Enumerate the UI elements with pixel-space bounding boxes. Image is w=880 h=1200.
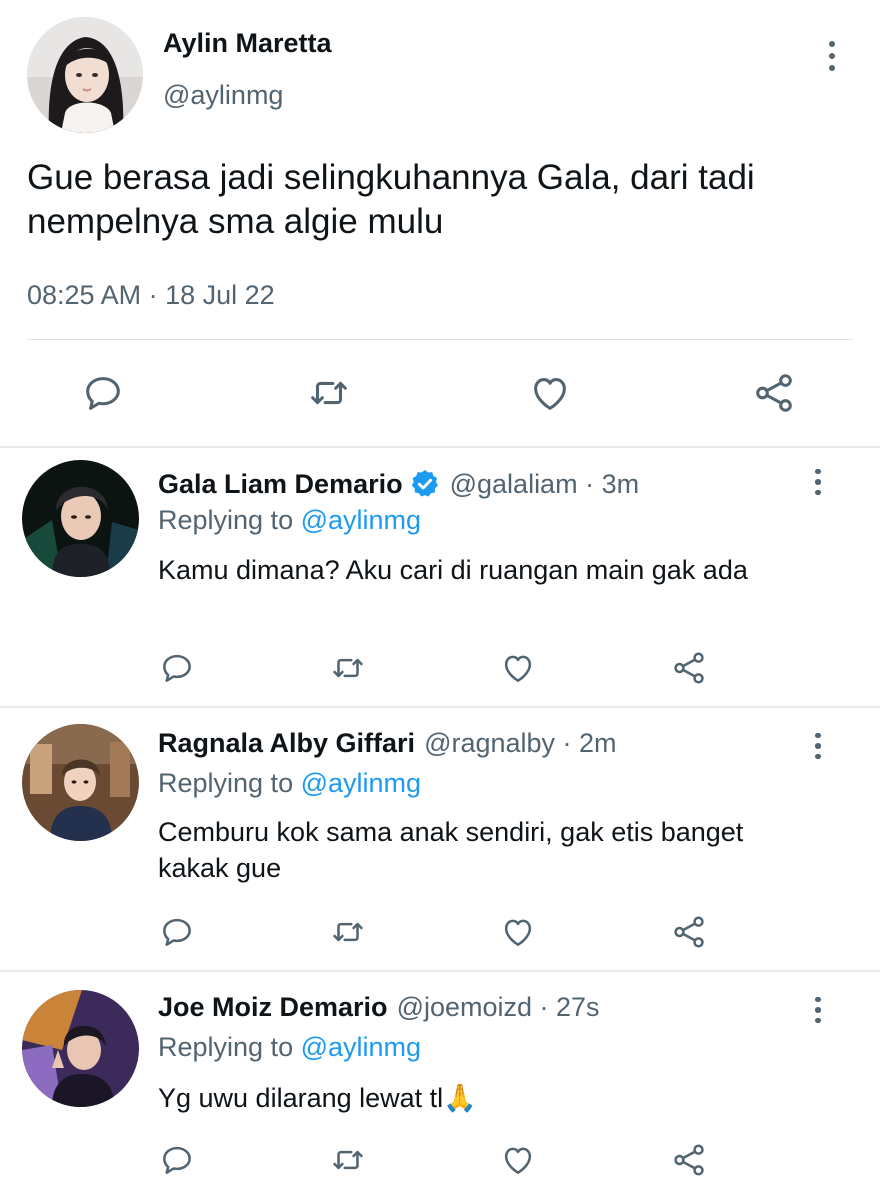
like-icon[interactable]	[496, 1138, 540, 1182]
reply-tweet[interactable]: Ragnala Alby Giffari @ragnalby · 2m Repl…	[0, 708, 880, 970]
like-icon[interactable]	[522, 365, 578, 421]
share-icon[interactable]	[746, 365, 802, 421]
reply-text: Kamu dimana? Aku cari di ruangan main ga…	[158, 555, 748, 585]
tweet-date: 18 Jul 22	[165, 280, 275, 310]
reply-header: Gala Liam Demario @galaliam · 3m	[158, 468, 639, 500]
avatar[interactable]	[22, 990, 139, 1107]
reply-author-name[interactable]: Gala Liam Demario	[158, 469, 403, 500]
replying-to-mention[interactable]: @aylinmg	[301, 505, 421, 535]
share-icon[interactable]	[667, 1138, 711, 1182]
main-tweet: Aylin Maretta @aylinmg Gue berasa jadi s…	[0, 0, 880, 448]
tweet-text: Gue berasa jadi selingkuhannya Gala, dar…	[27, 158, 755, 241]
more-options-icon[interactable]	[800, 728, 836, 764]
retweet-icon[interactable]	[326, 910, 370, 954]
tweet-actions	[0, 365, 880, 425]
reply-tweet[interactable]: Joe Moiz Demario @joemoizd · 27s Replyin…	[0, 972, 880, 1200]
reply-actions	[0, 1138, 880, 1184]
reply-icon[interactable]	[75, 365, 131, 421]
replying-to: Replying to @aylinmg	[158, 1032, 421, 1063]
reply-author-name[interactable]: Joe Moiz Demario	[158, 992, 388, 1023]
like-icon[interactable]	[496, 910, 540, 954]
replying-to-mention[interactable]: @aylinmg	[301, 768, 421, 798]
reply-handle-time[interactable]: @ragnalby · 2m	[424, 728, 616, 759]
verified-badge-icon	[409, 468, 441, 500]
reply-text: Cemburu kok sama anak sendiri, gak etis …	[158, 817, 744, 883]
retweet-icon[interactable]	[326, 1138, 370, 1182]
reply-icon[interactable]	[155, 646, 199, 690]
retweet-icon[interactable]	[301, 365, 357, 421]
author-name[interactable]: Aylin Maretta	[163, 28, 332, 59]
meta-separator: ·	[148, 280, 158, 310]
reply-tweet[interactable]: Gala Liam Demario @galaliam · 3m Replyin…	[0, 448, 880, 706]
like-icon[interactable]	[496, 646, 540, 690]
share-icon[interactable]	[667, 910, 711, 954]
avatar[interactable]	[27, 17, 143, 133]
reply-header: Joe Moiz Demario @joemoizd · 27s	[158, 992, 600, 1023]
retweet-icon[interactable]	[326, 646, 370, 690]
reply-actions	[0, 646, 880, 692]
reply-text: Yg uwu dilarang lewat tl🙏	[158, 1083, 477, 1113]
replying-to-mention[interactable]: @aylinmg	[301, 1032, 421, 1062]
replying-to-label: Replying to	[158, 768, 294, 798]
reply-icon[interactable]	[155, 910, 199, 954]
replying-to-label: Replying to	[158, 1032, 294, 1062]
reply-author-name[interactable]: Ragnala Alby Giffari	[158, 728, 415, 759]
author-handle[interactable]: @aylinmg	[163, 80, 283, 111]
reply-header: Ragnala Alby Giffari @ragnalby · 2m	[158, 728, 617, 759]
replying-to: Replying to @aylinmg	[158, 505, 421, 536]
tweet-timestamp: 08:25 AM · 18 Jul 22	[27, 280, 275, 311]
reply-handle-time[interactable]: @joemoizd · 27s	[397, 992, 600, 1023]
replying-to: Replying to @aylinmg	[158, 768, 421, 799]
more-options-icon[interactable]	[800, 464, 836, 500]
replying-to-label: Replying to	[158, 505, 294, 535]
share-icon[interactable]	[667, 646, 711, 690]
tweet-time: 08:25 AM	[27, 280, 142, 310]
avatar[interactable]	[22, 460, 139, 577]
divider	[27, 339, 853, 340]
reply-handle-time[interactable]: @galaliam · 3m	[450, 469, 639, 500]
avatar[interactable]	[22, 724, 139, 841]
reply-icon[interactable]	[155, 1138, 199, 1182]
more-options-icon[interactable]	[812, 38, 852, 74]
more-options-icon[interactable]	[800, 992, 836, 1028]
reply-actions	[0, 910, 880, 956]
